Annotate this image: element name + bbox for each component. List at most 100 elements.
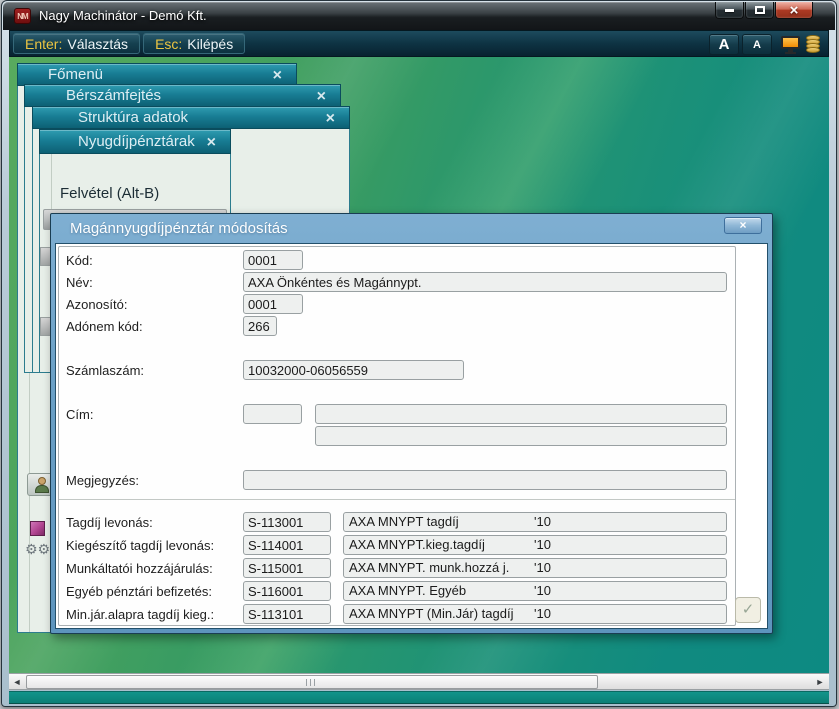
monitor-screen [781,36,800,49]
window-controls: × [714,2,813,19]
cim-line2-input[interactable] [315,426,727,446]
minimize-button[interactable] [715,2,744,19]
horizontal-scrollbar[interactable]: ◄ ► [9,673,829,690]
status-bar [9,691,829,704]
fomenu-title: Főmenü [48,66,103,83]
dialog-title: Magánnyugdíjpénztár módosítás [51,214,772,243]
berszamfejtes-close-icon[interactable]: × [317,86,326,107]
monitor-base [785,52,796,54]
kiegeszito-tagdij-label: Kiegészítő tagdíj levonás: [66,538,214,553]
covered-highlight-fragment [40,317,50,336]
close-button[interactable]: × [775,2,813,19]
azonosito-label: Azonosító: [66,297,127,312]
cube-icon [30,521,45,536]
confirm-button[interactable]: ✓ [735,597,761,623]
munkaltatoi-hozzajarulas-code-input[interactable] [243,558,331,578]
dialog-magannyugdijpenztar-modositas: Magánnyugdíjpénztár módosítás × Kód: Név… [50,213,773,634]
scroll-right-button[interactable]: ► [814,676,826,688]
hotkey-bar: Enter: Választás Esc: Kilépés A A [9,30,829,57]
berszamfejtes-title: Bérszámfejtés [66,87,161,104]
megjegyzes-label: Megjegyzés: [66,473,139,488]
nyugdij-close-icon[interactable]: × [207,131,216,154]
egyeb-penztari-befizetes-label: Egyéb pénztári befizetés: [66,584,212,599]
tagdij-levonas-label: Tagdíj levonás: [66,515,153,530]
menu-item-felvetel[interactable]: Felvétel (Alt-B) [60,185,159,202]
desc-text: AXA MNYPT.kieg.tagdíj [349,537,485,552]
cim-label: Cím: [66,407,93,422]
minjar-tagdij-kieg-desc-field[interactable]: AXA MNYPT (Min.Jár) tagdíj '10 [343,604,727,624]
dialog-body: Kód: Név: Azonosító: Adónem kód: Számlas… [55,243,768,629]
scrollbar-grip-icon [306,679,317,686]
check-icon: ✓ [742,601,755,618]
form-panel: Kód: Név: Azonosító: Adónem kód: Számlas… [58,246,736,626]
szamlaszam-label: Számlaszám: [66,363,144,378]
person-body-shape [35,485,49,493]
main-titlebar[interactable]: NM Nagy Machinátor - Demó Kft. × [3,2,835,30]
year-text: '10 [534,605,551,623]
enter-select-button[interactable]: Enter: Választás [13,33,140,54]
berszamfejtes-titlebar[interactable]: Bérszámfejtés × [24,84,341,107]
monitor-icon[interactable] [780,35,802,55]
scroll-left-button[interactable]: ◄ [11,676,23,688]
kod-input[interactable] [243,250,303,270]
maximize-icon [755,6,765,14]
kiegeszito-tagdij-code-input[interactable] [243,535,331,555]
egyeb-penztari-befizetes-code-input[interactable] [243,581,331,601]
year-text: '10 [534,513,551,531]
enter-key-label: Enter: [25,36,62,52]
kiegeszito-tagdij-desc-field[interactable]: AXA MNYPT.kieg.tagdíj '10 [343,535,727,555]
window-frame: NM Nagy Machinátor - Demó Kft. × Enter: … [1,0,837,707]
azonosito-input[interactable] [243,294,303,314]
adonem-kod-label: Adónem kód: [66,319,143,334]
enter-action-label: Választás [67,36,128,52]
gears-icon: ⚙⚙ [25,541,50,558]
person-icon [38,477,46,485]
cim-zip-input[interactable] [243,404,302,424]
tagdij-levonas-desc-field[interactable]: AXA MNYPT tagdíj '10 [343,512,727,532]
munkaltatoi-hozzajarulas-label: Munkáltatói hozzájárulás: [66,561,213,576]
minjar-tagdij-kieg-code-input[interactable] [243,604,331,624]
desc-text: AXA MNYPT. Egyéb [349,583,466,598]
app-logo-icon: NM [14,8,31,24]
desc-text: AXA MNYPT tagdíj [349,514,459,529]
covered-highlight-fragment [40,247,50,266]
adonem-kod-input[interactable] [243,316,277,336]
year-text: '10 [534,536,551,554]
close-icon: × [790,3,799,18]
szamlaszam-input[interactable] [243,360,464,380]
mdi-client-area: D S ⚙⚙ R Főmenü × Bérszámfejtés [9,57,829,673]
esc-key-label: Esc: [155,36,182,52]
scrollbar-thumb[interactable] [26,675,598,689]
font-decrease-button[interactable]: A [742,34,772,55]
desc-text: AXA MNYPT (Min.Jár) tagdíj [349,606,513,621]
coins-icon[interactable] [805,35,822,55]
font-increase-button[interactable]: A [709,34,739,55]
cim-line1-input[interactable] [315,404,727,424]
minimize-icon [725,9,734,12]
egyeb-penztari-befizetes-desc-field[interactable]: AXA MNYPT. Egyéb '10 [343,581,727,601]
nev-label: Név: [66,275,93,290]
toolbar-right: A A [709,34,822,55]
nev-input[interactable] [243,272,727,292]
megjegyzes-input[interactable] [243,470,727,490]
tagdij-levonas-code-input[interactable] [243,512,331,532]
struktura-titlebar[interactable]: Struktúra adatok × [32,106,350,129]
year-text: '10 [534,582,551,600]
nyugdij-title: Nyugdíjpénztárak [78,133,195,150]
munkaltatoi-hozzajarulas-desc-field[interactable]: AXA MNYPT. munk.hozzá j. '10 [343,558,727,578]
desc-text: AXA MNYPT. munk.hozzá j. [349,560,509,575]
esc-exit-button[interactable]: Esc: Kilépés [143,33,245,54]
dialog-close-button[interactable]: × [724,217,762,234]
fomenu-titlebar[interactable]: Főmenü × [17,63,297,86]
section-separator [59,499,735,500]
nyugdij-titlebar[interactable]: Nyugdíjpénztárak × [39,129,231,154]
minjar-tagdij-kieg-label: Min.jár.alapra tagdíj kieg.: [66,607,214,622]
application-window: NM Nagy Machinátor - Demó Kft. × Enter: … [0,0,839,709]
struktura-title: Struktúra adatok [78,109,188,126]
fomenu-close-icon[interactable]: × [273,65,282,86]
esc-action-label: Kilépés [187,36,233,52]
maximize-button[interactable] [745,2,774,19]
struktura-close-icon[interactable]: × [326,108,335,129]
dialog-close-icon: × [739,218,746,232]
window-title: Nagy Machinátor - Demó Kft. [39,8,207,23]
